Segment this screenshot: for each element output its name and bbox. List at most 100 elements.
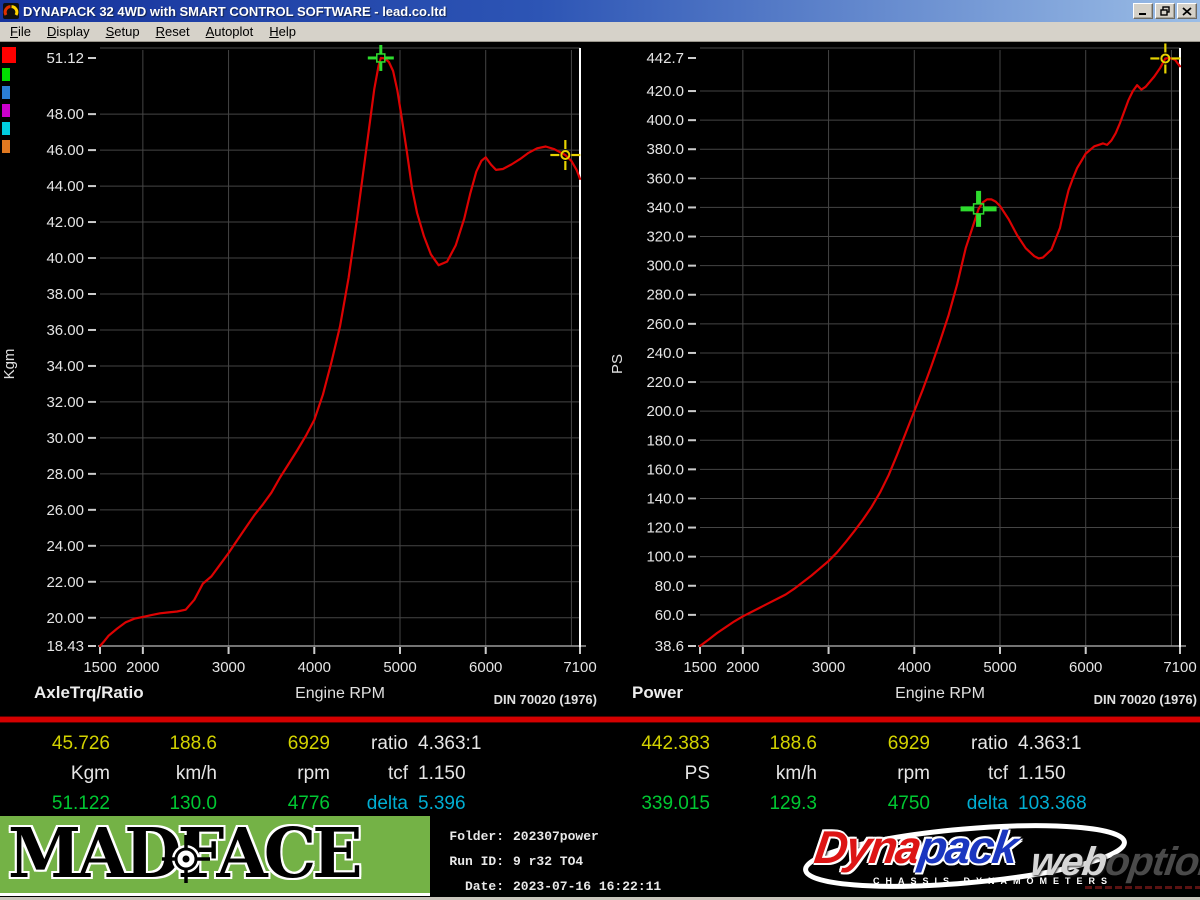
power-unit: PS: [684, 763, 710, 784]
readout-panel-torque: 45.726 188.6 6929 ratio 4.363:1 Kgm km/h…: [0, 723, 600, 814]
speed-unit: km/h: [775, 763, 817, 784]
svg-text:28.00: 28.00: [46, 466, 84, 483]
torque-chart: 51.12 48.00 46.00 44.00 42.00 40.00 38.00 36.00…: [1, 44, 597, 707]
folder-label: Folder:: [449, 829, 504, 844]
speed-unit: km/h: [175, 763, 217, 784]
svg-text:260.0: 260.0: [646, 316, 684, 333]
window-title: DYNAPACK 32 4WD with SMART CONTROL SOFTW…: [23, 3, 447, 19]
minimize-icon: [1139, 12, 1146, 15]
axis-tick-labels: 442.7 420.0 400.0 380.0 360.0 340.0 320.0 300.0…: [646, 50, 1196, 676]
svg-text:3000: 3000: [812, 659, 845, 676]
svg-text:Power: Power: [632, 683, 683, 702]
madface-logo: MADFACE: [0, 816, 430, 896]
power-chart: 442.7 420.0 400.0 380.0 360.0 340.0 320.0 300.0…: [609, 43, 1197, 707]
footer: MADFACE Folder: 202307power Run ID: 9 r3…: [0, 814, 1200, 897]
svg-text:7100: 7100: [1163, 659, 1196, 676]
tcf-value: 1.150: [418, 763, 466, 784]
svg-text:24.00: 24.00: [46, 538, 84, 555]
svg-text:60.0: 60.0: [655, 607, 684, 624]
svg-text:18.43: 18.43: [46, 638, 84, 655]
menu-reset[interactable]: Reset: [148, 22, 198, 41]
tcf-label: tcf: [387, 763, 408, 784]
svg-text:120.0: 120.0: [646, 520, 684, 537]
date-label: Date:: [464, 879, 504, 894]
svg-text:240.0: 240.0: [646, 345, 684, 362]
minimize-button[interactable]: [1133, 3, 1153, 19]
svg-text:442.7: 442.7: [646, 50, 684, 67]
run-info-folder: Folder: 202307power: [442, 824, 785, 849]
svg-text:180.0: 180.0: [646, 432, 684, 449]
run-color-swatch[interactable]: [2, 86, 10, 99]
ratio-value: 4.363:1: [418, 733, 482, 754]
svg-text:51.12: 51.12: [46, 50, 84, 67]
svg-text:400.0: 400.0: [646, 112, 684, 129]
torque-curve: [98, 56, 582, 648]
restore-icon: [1159, 6, 1170, 16]
close-button[interactable]: [1177, 3, 1197, 19]
svg-text:22.00: 22.00: [46, 574, 84, 591]
runid-label: Run ID:: [449, 854, 504, 869]
restore-button[interactable]: [1155, 3, 1175, 19]
svg-text:4000: 4000: [298, 659, 331, 676]
svg-text:340.0: 340.0: [646, 199, 684, 216]
date-value: 2023-07-16 16:22:11: [513, 879, 662, 894]
run-color-swatch[interactable]: [2, 140, 10, 153]
svg-text:42.00: 42.00: [46, 214, 84, 231]
tcf-label: tcf: [987, 763, 1008, 784]
watermark-caption-stripe: [1085, 886, 1200, 889]
svg-text:40.00: 40.00: [46, 250, 84, 267]
readout-panel-power: 442.383 188.6 6929 ratio 4.363:1 PS km/h…: [600, 723, 1200, 814]
svg-text:280.0: 280.0: [646, 287, 684, 304]
svg-text:1500: 1500: [83, 659, 116, 676]
run-color-swatch[interactable]: [2, 104, 10, 117]
run-color-swatch[interactable]: [2, 68, 10, 81]
svg-text:46.00: 46.00: [46, 142, 84, 159]
svg-text:PS: PS: [609, 354, 626, 374]
ratio-label: ratio: [371, 733, 408, 754]
chart-captions: Power Engine RPM DIN 70020 (1976) PS: [609, 354, 1197, 707]
dynapack-word-pack: pack: [915, 821, 1020, 873]
run-info-date: Date: 2023-07-16 16:22:11: [442, 874, 785, 899]
svg-text:36.00: 36.00: [46, 322, 84, 339]
svg-text:2000: 2000: [126, 659, 159, 676]
svg-text:5000: 5000: [983, 659, 1016, 676]
torque-unit: Kgm: [70, 763, 110, 784]
svg-text:6000: 6000: [1069, 659, 1102, 676]
window-controls: [1133, 3, 1197, 19]
title-bar: DYNAPACK 32 4WD with SMART CONTROL SOFTW…: [0, 0, 1200, 22]
power-curve: [698, 56, 1182, 648]
menu-file[interactable]: File: [2, 22, 39, 41]
svg-text:32.00: 32.00: [46, 394, 84, 411]
close-icon: [1182, 6, 1192, 16]
crosshair-icon: [162, 835, 210, 883]
svg-text:DIN 70020 (1976): DIN 70020 (1976): [494, 692, 597, 707]
menu-setup[interactable]: Setup: [98, 22, 148, 41]
gridlines: [700, 50, 1180, 646]
run-color-swatch[interactable]: [2, 47, 16, 63]
app-icon: [3, 3, 19, 19]
watermark-option: option: [1102, 840, 1200, 884]
svg-text:420.0: 420.0: [646, 83, 684, 100]
menu-autoplot[interactable]: Autoplot: [198, 22, 262, 41]
ratio-label: ratio: [971, 733, 1008, 754]
menu-help[interactable]: Help: [261, 22, 304, 41]
readout-section: 45.726 188.6 6929 ratio 4.363:1 Kgm km/h…: [0, 723, 1200, 814]
svg-text:360.0: 360.0: [646, 170, 684, 187]
run-color-swatch[interactable]: [2, 122, 10, 135]
cursor-speed-value: 188.6: [169, 733, 217, 754]
cursor-rpm-value: 6929: [887, 733, 930, 754]
run-color-legend: [2, 47, 16, 153]
svg-text:300.0: 300.0: [646, 258, 684, 275]
ratio-value: 4.363:1: [1018, 733, 1082, 754]
svg-text:140.0: 140.0: [646, 490, 684, 507]
run-info-runid: Run ID: 9 r32 TO4: [442, 849, 785, 874]
dynapack-wordmark: Dynapack: [811, 820, 1020, 874]
svg-text:20.00: 20.00: [46, 610, 84, 627]
svg-text:44.00: 44.00: [46, 178, 84, 195]
menu-display[interactable]: Display: [39, 22, 98, 41]
svg-text:30.00: 30.00: [46, 430, 84, 447]
svg-text:4000: 4000: [898, 659, 931, 676]
separator-bar: [0, 716, 1200, 723]
svg-text:34.00: 34.00: [46, 358, 84, 375]
svg-text:48.00: 48.00: [46, 106, 84, 123]
